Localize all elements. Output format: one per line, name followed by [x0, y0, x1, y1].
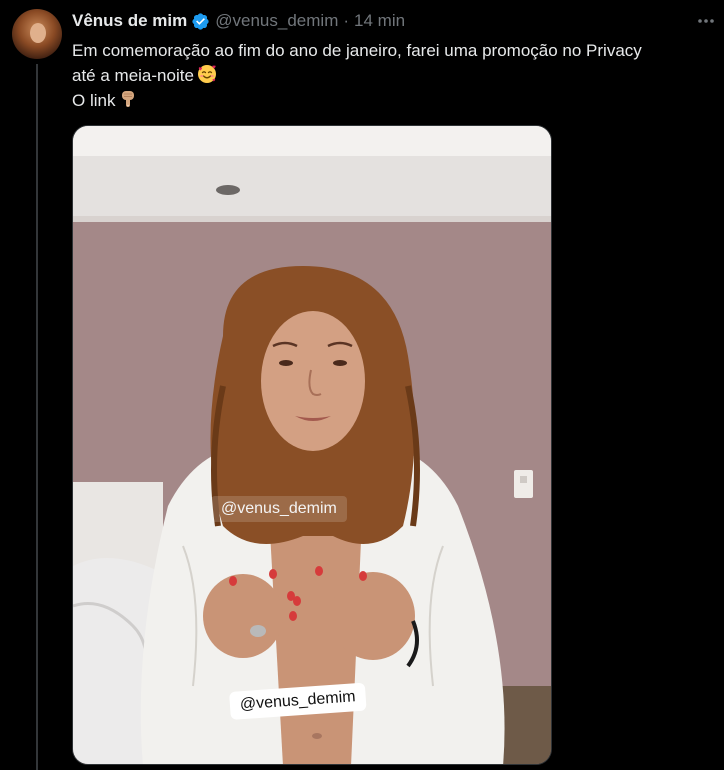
- tweet-text-line-1: Em comemoração ao fim do ano de janeiro,…: [72, 41, 642, 60]
- tweet-text-line-3: O link: [72, 91, 116, 110]
- ring-icon: [250, 625, 266, 637]
- avatar[interactable]: [12, 9, 62, 59]
- tweet-text: Em comemoração ao fim do ano de janeiro,…: [72, 38, 718, 113]
- crown-molding: [73, 216, 551, 222]
- left-hand: [203, 574, 283, 658]
- verified-badge-icon: [191, 12, 210, 31]
- backhand-index-pointing-down-icon: [118, 89, 138, 109]
- right-hand: [331, 572, 415, 660]
- face: [261, 311, 365, 451]
- separator-dot: ·: [343, 11, 350, 30]
- tweet[interactable]: Vênus de mim @venus_demim · 14 min Em co…: [0, 0, 724, 770]
- tweet-header: Vênus de mim @venus_demim · 14 min: [72, 10, 405, 32]
- avatar-face: [30, 23, 46, 43]
- tweet-text-line-2: até a meia-noite: [72, 66, 194, 85]
- headboard: [73, 482, 163, 572]
- left-eye: [279, 360, 293, 366]
- tweet-text-line-3-wrap: O link: [72, 88, 718, 113]
- ceiling-light-band: [73, 126, 551, 156]
- handle[interactable]: @venus_demim: [215, 11, 338, 31]
- smiling-face-with-hearts-icon: [197, 64, 217, 84]
- tweet-media-photo[interactable]: @venus_demim @venus_demim: [72, 125, 552, 765]
- right-eye: [333, 360, 347, 366]
- tweet-text-line-2-wrap: até a meia-noite: [72, 63, 718, 88]
- thread-line: [36, 64, 38, 770]
- display-name[interactable]: Vênus de mim: [72, 11, 187, 31]
- timestamp[interactable]: 14 min: [354, 11, 405, 31]
- photo-illustration: [73, 126, 551, 764]
- navel: [312, 733, 322, 739]
- switch-button: [520, 476, 527, 483]
- watermark-top: @venus_demim: [211, 496, 347, 522]
- ceiling-spotlight-icon: [216, 185, 240, 195]
- light-switch-icon: [514, 470, 533, 498]
- more-options-icon[interactable]: [693, 8, 719, 34]
